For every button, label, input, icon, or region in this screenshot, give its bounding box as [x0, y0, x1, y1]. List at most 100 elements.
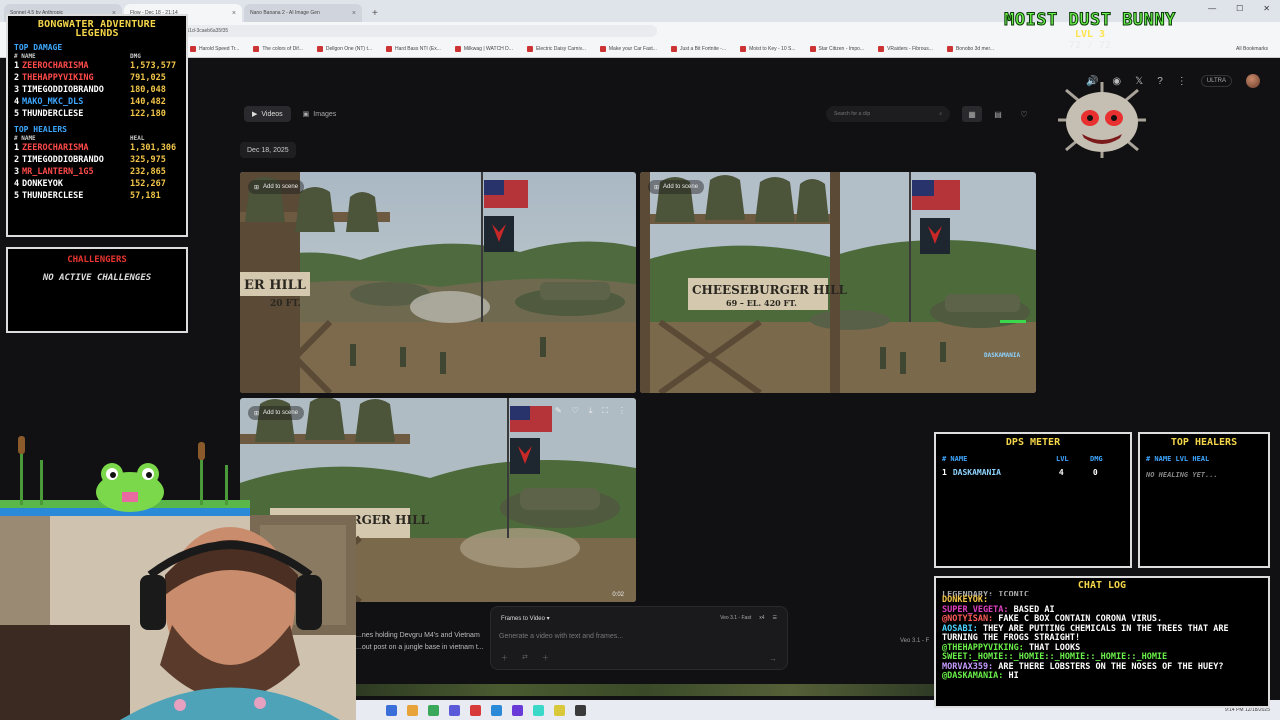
app-icon[interactable] — [575, 704, 586, 716]
top-healers-title: TOP HEALERS — [14, 125, 67, 134]
favorites-icon[interactable]: ♡ — [1014, 106, 1034, 122]
send-button[interactable]: → — [769, 654, 777, 663]
more-icon[interactable]: ⋮ — [618, 406, 626, 416]
damage-col-head: # NAME DMG — [14, 53, 141, 60]
screen: { "browser": { "tabs": [ {"label": "Sonn… — [0, 0, 1280, 720]
close-icon[interactable]: × — [232, 10, 236, 17]
boss-name: MOIST DUST BUNNY — [1004, 10, 1176, 31]
player-name: THUNDERCLESE — [22, 191, 84, 201]
close-icon[interactable]: × — [352, 10, 356, 17]
avatar[interactable] — [1246, 74, 1260, 88]
chat-user: DONKEYOK: — [942, 595, 989, 605]
score-value: 122,180 — [130, 109, 166, 119]
clip-search-input[interactable]: Search for a clip ⌕ — [826, 106, 950, 122]
bookmark[interactable]: Dellgon One (NT) t... — [316, 45, 372, 52]
leaderboard-row: 2 THEHAPPYVIKING 791,025 — [14, 72, 180, 84]
score-value: 232,865 — [130, 167, 166, 177]
rank: 1 — [14, 143, 20, 153]
bookmark[interactable]: Star Citizen - Impo... — [809, 45, 864, 52]
score-value: 180,048 — [130, 85, 166, 95]
legends-title: BONGWATER ADVENTURE LEGENDS — [37, 19, 157, 39]
edit-icon[interactable]: ✎ — [555, 406, 562, 416]
dps-title: DPS METER — [1005, 437, 1061, 448]
video-icon: ▶ — [252, 111, 258, 118]
view-toggle: ▦ ▤ ♡ — [962, 106, 1034, 122]
leaderboard-row: 3 MR_LANTERN_1G5 232,865 — [14, 166, 180, 178]
bookmark[interactable]: Just a Bit Fortnite -... — [670, 45, 726, 52]
bookmark[interactable]: VRaiders - Fibrous... — [878, 45, 933, 52]
app-icon[interactable] — [554, 704, 565, 716]
chat-user: MORVAX359: — [942, 661, 994, 672]
chat-message: AOSABI: THEY ARE PUTTING CHEMICALS IN TH… — [942, 623, 1262, 644]
score-value: 1,573,577 — [130, 61, 177, 71]
add-to-scene-button[interactable]: ⊞ Add to scene — [648, 180, 705, 194]
tab-images[interactable]: ▣ Images — [295, 106, 345, 122]
chat-user: AOSABI: — [942, 623, 978, 634]
rank: 4 — [14, 97, 20, 107]
maximize-icon[interactable]: ☐ — [1236, 4, 1243, 13]
fullscreen-icon[interactable]: ⛶ — [602, 406, 608, 416]
frog-sprite — [0, 436, 250, 516]
favorite-icon[interactable]: ♡ — [572, 406, 579, 416]
heal-col-head: # NAME HEAL — [14, 135, 145, 142]
app-icon[interactable] — [470, 704, 481, 716]
leaderboard-row: 1 ZEEROCHARISMA 1,573,577 — [14, 60, 180, 72]
chat-text: THAT LOOKS — [1023, 642, 1081, 653]
player-tag: DASKAMANIA — [984, 352, 1021, 359]
boss-header: MOIST DUST BUNNY LVL 3 72 / 72 — [960, 10, 1220, 52]
bookmark[interactable]: Electric Daisy Carniv... — [526, 45, 586, 52]
video-clip[interactable]: CHEESEBURGER HILL 69 – EL. 420 FT. ⊞ Add … — [640, 172, 1036, 393]
bookmark[interactable]: Moist to Key - 10 S... — [740, 45, 796, 52]
more-icon[interactable]: ⋮ — [1177, 76, 1187, 87]
boss-hp: 72 / 72 — [1068, 40, 1112, 51]
heal-title: TOP HEALERS — [1170, 437, 1238, 448]
settings-icon: ☰ — [772, 615, 777, 621]
bookmark[interactable]: The colors of Dif... — [253, 45, 303, 52]
app-icon[interactable] — [491, 704, 502, 716]
start-frame-icon[interactable]: ＋ — [501, 653, 508, 663]
model-tag: Veo 3.1 - F — [900, 638, 930, 644]
swap-icon[interactable]: ⇄ — [522, 653, 528, 663]
download-icon[interactable]: ⤓ — [589, 406, 593, 416]
folder-icon[interactable] — [407, 704, 418, 716]
discord-icon[interactable] — [449, 704, 460, 716]
leaderboard-row: 5 THUNDERCLESE 122,180 — [14, 108, 180, 120]
new-tab-button[interactable]: + — [364, 4, 386, 22]
search-icon: ⌕ — [939, 111, 942, 117]
rank: 2 — [14, 155, 20, 165]
tab-videos[interactable]: ▶ Videos — [244, 106, 291, 122]
score-value: 152,267 — [130, 179, 166, 189]
media-type-toggle: ▶ Videos ▣ Images — [244, 106, 344, 122]
leaderboard-row: 4 DONKEYOK 152,267 — [14, 178, 180, 190]
list-view-icon[interactable]: ▤ — [988, 106, 1008, 122]
rank: 1 — [14, 61, 20, 71]
player-health-bar — [1000, 320, 1026, 323]
model-settings[interactable]: Veo 3.1 - Fast x4 ☰ — [720, 615, 777, 621]
chat-user: @THEHAPPYVIKING: — [942, 642, 1024, 653]
start-icon[interactable] — [386, 704, 397, 716]
add-to-scene-button[interactable]: ⊞ Add to scene — [248, 406, 305, 420]
mode-select[interactable]: Frames to Video ▾ — [501, 615, 550, 622]
bookmark[interactable]: Hard Bass NTI (Ex... — [386, 45, 441, 52]
bookmark[interactable]: Make your Car Fast... — [599, 45, 657, 52]
top-healers-panel: TOP HEALERS # NAME LVL HEAL NO HEALING Y… — [1138, 432, 1270, 568]
all-bookmarks[interactable]: All Bookmarks — [1236, 46, 1268, 52]
chat-text: ARE THERE LOBSTERS ON THE NOSES OF THE H… — [993, 661, 1224, 672]
help-icon[interactable]: ? — [1157, 76, 1163, 87]
chat-user: @NOTYISAN: — [942, 614, 994, 624]
end-frame-icon[interactable]: ＋ — [542, 653, 549, 663]
dps-meter-panel: DPS METER # NAME LVL DMG 1 DASKAMANIA 4 0 — [934, 432, 1132, 568]
prompt-input[interactable]: Generate a video with text and frames... — [499, 633, 623, 640]
add-to-scene-button[interactable]: ⊞ Add to scene — [248, 180, 305, 194]
grid-view-icon[interactable]: ▦ — [962, 106, 982, 122]
app-icon[interactable] — [533, 704, 544, 716]
video-clip[interactable]: ER HILL 20 FT. ⊞ Add to scene — [240, 172, 636, 393]
bookmark[interactable]: Milkwag | WATCH D... — [454, 45, 513, 52]
close-window-icon[interactable]: ✕ — [1263, 4, 1270, 13]
browser-tab[interactable]: Nano Banana 2 - AI Image Gen × — [244, 4, 362, 22]
add-scene-icon: ⊞ — [254, 184, 260, 191]
heal-col-head: # NAME LVL HEAL — [1146, 455, 1210, 463]
bookmark[interactable]: Harold Speed Tr... — [190, 45, 239, 52]
chrome-icon[interactable] — [428, 704, 439, 716]
app-icon[interactable] — [512, 704, 523, 716]
